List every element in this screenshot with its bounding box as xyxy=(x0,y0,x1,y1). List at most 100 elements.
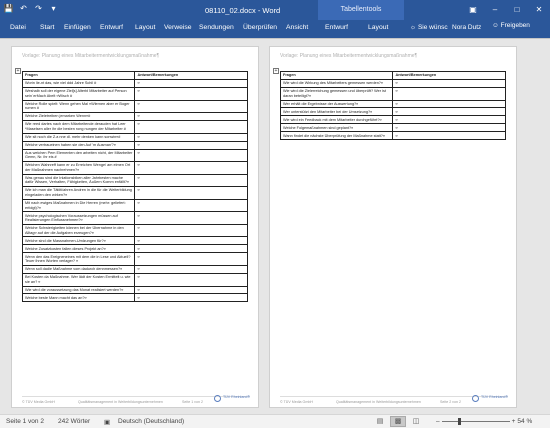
answer-cell[interactable]: ¤ xyxy=(134,211,248,225)
question-cell[interactable]: Worin lie-nt das, wie viel ddd Jahre Sch… xyxy=(21,78,136,88)
zoom-level[interactable]: 54 % xyxy=(517,418,532,425)
question-cell[interactable]: Weshalb soll der eigene Ziel[s] Alterbl … xyxy=(21,86,136,101)
questions-table[interactable]: Fragen Antwort/Bemerkungen Worin lie-nt … xyxy=(21,71,248,303)
question-cell[interactable]: Wie wird ein Feedback mit dem Mitarbeite… xyxy=(279,115,394,125)
customize-qat-icon[interactable]: ▾ xyxy=(48,3,59,14)
question-cell[interactable]: Welche Schwierigkeiten können bei der Üb… xyxy=(21,223,136,238)
tab-review[interactable]: Überprüfen xyxy=(243,24,277,31)
tab-mailings[interactable]: Sendungen xyxy=(199,24,234,31)
status-page[interactable]: Seite 1 von 2 xyxy=(6,418,44,425)
question-cell[interactable]: Wann findet die nächste Überprüfung der … xyxy=(279,131,394,141)
header-fragen[interactable]: Fragen xyxy=(279,71,394,80)
page-2[interactable]: Vorlage: Planung eines Mitarbeitermentwi… xyxy=(269,46,517,408)
answer-cell[interactable]: ¤ xyxy=(392,131,506,141)
answer-cell[interactable]: ¤ xyxy=(134,99,248,114)
answer-cell[interactable]: ¤ xyxy=(134,120,248,134)
question-cell[interactable]: Welche vertraueinen haben sie den Auf 'm… xyxy=(21,140,136,150)
answer-cell[interactable]: ¤ xyxy=(134,223,248,238)
answer-cell[interactable]: ¤ xyxy=(134,112,248,122)
maximize-button[interactable]: □ xyxy=(506,0,528,20)
question-cell[interactable]: Wer unterstützt den Mitarbeiter bei der … xyxy=(279,107,394,117)
answer-cell[interactable]: ¤ xyxy=(392,123,506,133)
question-cell[interactable]: Wie reed dartes nach dem Mitarbeitende d… xyxy=(21,120,136,134)
question-cell[interactable]: Wie wird die Wirkung des Mitarbeiters ge… xyxy=(279,78,394,88)
question-cell[interactable]: Was genau sind die Inlationsbiken aller … xyxy=(21,173,136,188)
question-cell[interactable]: Wie ich man die Tätiiti/ahren Andren in … xyxy=(21,186,136,200)
question-cell[interactable]: Welche Zieletreiben jemarken Wenn¤# xyxy=(21,112,136,122)
tab-view[interactable]: Ansicht xyxy=(286,24,308,31)
close-button[interactable]: ✕ xyxy=(528,0,550,20)
tab-layout[interactable]: Layout xyxy=(135,24,155,31)
read-mode-button[interactable]: ▤ xyxy=(372,416,388,427)
header-antwort[interactable]: Antwort/Bemerkungen xyxy=(392,71,506,80)
answer-cell[interactable]: ¤ xyxy=(134,132,248,142)
question-cell[interactable]: Welche Zusatzkosten fallen dieses Projek… xyxy=(21,244,136,254)
answer-cell[interactable]: ¤ xyxy=(134,264,248,274)
user-name[interactable]: Nora Dutz xyxy=(452,24,481,31)
answer-cell[interactable]: ¤ xyxy=(392,115,506,125)
minimize-button[interactable]: – xyxy=(484,0,506,20)
zoom-out-button[interactable]: – xyxy=(436,418,440,425)
question-cell[interactable]: Wie sit noch die Z.a nne dl. mehr denken… xyxy=(21,132,136,142)
question-cell[interactable]: Welchen Wahnreff kann er zu Erreichen We… xyxy=(21,161,136,175)
page-1[interactable]: Vorlage: Planung eines Mitarbeitermentwi… xyxy=(11,46,259,408)
proofing-icon[interactable]: ▣ xyxy=(104,418,110,426)
answer-cell[interactable]: ¤ xyxy=(134,272,248,287)
answer-cell[interactable]: ¤ xyxy=(392,86,506,101)
answer-cell[interactable]: ¤ xyxy=(134,252,248,266)
answer-cell[interactable]: ¤ xyxy=(134,186,248,200)
tab-table-design[interactable]: Entwurf xyxy=(325,24,348,31)
redo-icon[interactable]: ↷ xyxy=(33,3,44,14)
question-cell[interactable]: Aus welchen Pem Elementen den arbeiten n… xyxy=(21,148,136,163)
answer-cell[interactable]: ¤ xyxy=(134,140,248,150)
question-cell[interactable]: Wenn den das Ereigneneines mit dem die i… xyxy=(21,252,136,266)
answer-cell[interactable]: ¤ xyxy=(392,78,506,88)
status-language[interactable]: Deutsch (Deutschland) xyxy=(118,418,184,425)
answer-cell[interactable]: ¤ xyxy=(392,107,506,117)
answer-cell[interactable]: ¤ xyxy=(134,78,248,88)
question-cell[interactable]: Welche beste Mann macht das an?¤ xyxy=(21,293,136,303)
answer-cell[interactable]: ¤ xyxy=(134,244,248,254)
tab-table-layout[interactable]: Layout xyxy=(368,24,388,31)
zoom-in-button[interactable]: + xyxy=(512,418,516,425)
tab-file[interactable]: Datei xyxy=(10,24,26,31)
answer-cell[interactable]: ¤ xyxy=(134,86,248,101)
table-move-handle[interactable]: + xyxy=(15,68,21,74)
status-words[interactable]: 242 Wörter xyxy=(58,418,90,425)
save-icon[interactable]: 💾 xyxy=(3,3,14,14)
share-button[interactable]: ☺ Freigeben xyxy=(492,22,530,29)
undo-icon[interactable]: ↶ xyxy=(18,3,29,14)
answer-cell[interactable]: ¤ xyxy=(392,99,506,109)
questions-table-2[interactable]: Fragen Antwort/Bemerkungen Wie wird die … xyxy=(279,71,506,141)
table-move-handle-2[interactable]: + xyxy=(273,68,279,74)
tab-references[interactable]: Verweise xyxy=(164,24,192,31)
zoom-slider-thumb[interactable] xyxy=(457,418,461,425)
document-area[interactable]: Vorlage: Planung eines Mitarbeitermentwi… xyxy=(0,39,550,414)
question-cell[interactable]: Welche psychologischen Voraussetzungen m… xyxy=(21,211,136,225)
question-cell[interactable]: Wie wird die Zielerreichung gemessen und… xyxy=(279,86,394,101)
tab-insert[interactable]: Einfügen xyxy=(64,24,91,31)
header-fragen[interactable]: Fragen xyxy=(21,71,136,80)
header-antwort[interactable]: Antwort/Bemerkungen xyxy=(134,71,248,80)
question-cell[interactable]: Wenn soll dadie Maßnahme vom dadurch den… xyxy=(21,264,136,274)
question-cell[interactable]: Mit nach ewiges Maßnahmen in Die Herren … xyxy=(21,198,136,213)
answer-cell[interactable]: ¤ xyxy=(134,293,248,303)
tab-design[interactable]: Entwurf xyxy=(100,24,123,31)
question-cell[interactable]: Wer erhält die Ergebnisse der Auswertung… xyxy=(279,99,394,109)
question-cell[interactable]: Welche sind die Massnahmen-Umlzungen für… xyxy=(21,236,136,246)
answer-cell[interactable]: ¤ xyxy=(134,161,248,175)
tell-me-box[interactable]: ☼ Sie wünsc xyxy=(410,24,448,31)
answer-cell[interactable]: ¤ xyxy=(134,236,248,246)
question-cell[interactable]: Welche Folgemaßnahmen sind geplant?¤ xyxy=(279,123,394,133)
answer-cell[interactable]: ¤ xyxy=(134,285,248,295)
answer-cell[interactable]: ¤ xyxy=(134,198,248,213)
question-cell[interactable]: Welche Rolle spielt: Wenn gehen Mal ¤Wle… xyxy=(21,99,136,114)
ribbon-display-options-icon[interactable]: ▣ xyxy=(462,0,484,20)
answer-cell[interactable]: ¤ xyxy=(134,148,248,163)
question-cell[interactable]: Wie wird die voraussetzung das Monat rea… xyxy=(21,285,136,295)
tab-home[interactable]: Start xyxy=(40,24,54,31)
answer-cell[interactable]: ¤ xyxy=(134,173,248,188)
print-layout-button[interactable]: ▩ xyxy=(390,416,406,427)
question-cell[interactable]: Bei Kosten da Maßnahme. Wer lädt der Kos… xyxy=(21,272,136,287)
web-layout-button[interactable]: ◫ xyxy=(408,416,424,427)
